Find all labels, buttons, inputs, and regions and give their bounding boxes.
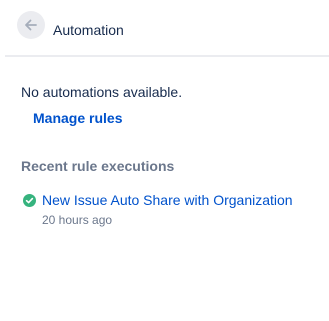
page-title: Automation: [53, 22, 124, 38]
empty-state-message: No automations available.: [21, 84, 183, 100]
rule-execution-link[interactable]: New Issue Auto Share with Organization: [42, 191, 293, 209]
panel-header: Automation: [5, 0, 329, 57]
check-circle-icon: [23, 194, 36, 207]
recent-executions-heading: Recent rule executions: [21, 158, 175, 174]
arrow-left-icon: [23, 17, 39, 33]
execution-timestamp: 20 hours ago: [42, 213, 113, 227]
back-button[interactable]: [17, 11, 45, 39]
manage-rules-link[interactable]: Manage rules: [33, 109, 122, 127]
